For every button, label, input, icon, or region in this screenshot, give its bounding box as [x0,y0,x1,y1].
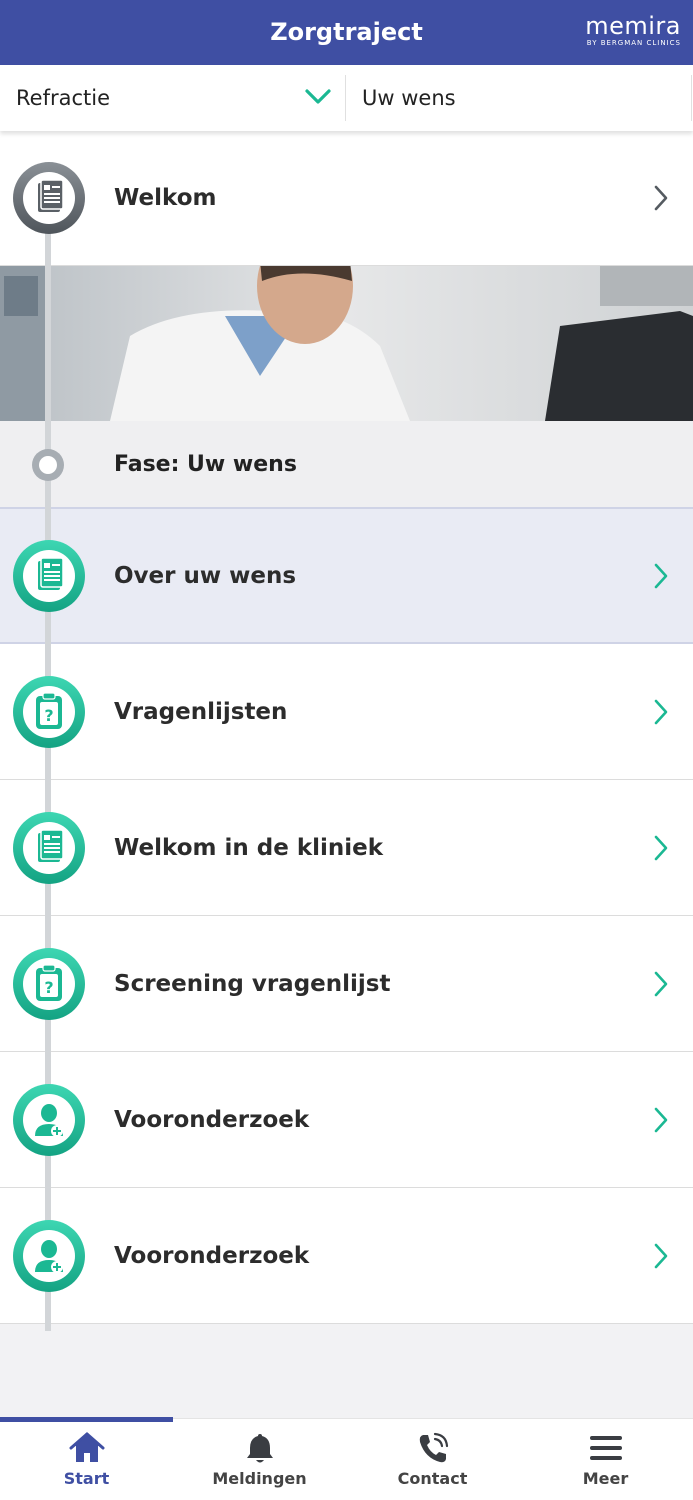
app-header: Zorgtraject memira BY BERGMAN CLINICS [0,0,693,65]
patient-plus-icon [35,1104,63,1137]
timeline-node: ? [13,676,85,748]
chevron-right-icon [654,1107,668,1133]
nav-tab-meer[interactable]: Meer [519,1419,692,1500]
phone-icon [419,1432,449,1463]
chevron-right-icon [654,971,668,997]
phase-marker [32,449,64,481]
nav-tab-start[interactable]: Start [0,1419,173,1500]
selector-edge-divider [691,75,692,121]
phase-selector-value: Uw wens [362,86,456,110]
nav-tab-meldingen[interactable]: Meldingen [173,1419,346,1500]
phase-title: Fase: Uw wens [114,452,297,477]
brand-subtitle: BY BERGMAN CLINICS [586,39,681,47]
home-icon [69,1432,105,1462]
brand-name: memira [585,12,681,40]
brand-logo: memira BY BERGMAN CLINICS [581,14,681,47]
timeline-node [13,812,85,884]
chevron-right-icon [654,699,668,725]
timeline-item-screening-vragenlijst[interactable]: ? Screening vragenlijst [0,916,693,1052]
questionnaire-clipboard-icon: ? [36,692,62,729]
phase-selector[interactable]: Uw wens [346,65,693,131]
timeline-node [13,162,85,234]
treatment-dropdown[interactable]: Refractie [0,65,345,131]
timeline-item-label: Welkom in de kliniek [114,835,384,861]
timeline-item-label: Screening vragenlijst [114,971,391,997]
phase-header: Fase: Uw wens [0,421,693,509]
timeline-item-over-uw-wens[interactable]: Over uw wens [0,509,693,644]
timeline-item-vooronderzoek[interactable]: Vooronderzoek [0,1052,693,1188]
timeline-item-vragenlijsten[interactable]: ? Vragenlijsten [0,644,693,780]
nav-tab-label: Meer [582,1469,629,1488]
timeline-node [13,1084,85,1156]
svg-text:?: ? [44,706,53,725]
timeline-rail [45,231,51,1331]
timeline-item-label: Over uw wens [114,563,297,589]
nav-tab-label: Meldingen [212,1469,307,1488]
timeline-item-label: Vooronderzoek [114,1107,310,1133]
timeline-item-label: Welkom [114,185,217,211]
timeline-node [13,1220,85,1292]
treatment-dropdown-value: Refractie [16,86,110,110]
chevron-right-icon [654,1243,668,1269]
bell-icon [247,1434,273,1463]
document-icon [38,829,64,862]
timeline-node [13,540,85,612]
chevron-right-icon [654,835,668,861]
bottom-navigation: Start Meldingen Contact Meer [0,1417,693,1500]
timeline-item-label: Vooronderzoek [114,1243,310,1269]
timeline-item-vooronderzoek[interactable]: Vooronderzoek [0,1188,693,1324]
svg-text:?: ? [44,978,53,997]
timeline-item-welkom-in-de-kliniek[interactable]: Welkom in de kliniek [0,780,693,916]
chevron-right-icon [654,185,668,211]
patient-plus-icon [35,1240,63,1273]
timeline-item-welkom[interactable]: Welkom [0,131,693,266]
chevron-down-icon [305,89,331,104]
nav-tab-label: Start [63,1469,110,1488]
document-icon [38,179,64,212]
timeline-item-label: Vragenlijsten [114,699,288,725]
chevron-right-icon [654,563,668,589]
nav-tab-contact[interactable]: Contact [346,1419,519,1500]
hero-image [0,266,693,421]
doctor-photo [0,266,693,421]
menu-icon [590,1436,622,1460]
questionnaire-clipboard-icon: ? [36,964,62,1001]
nav-tab-label: Contact [397,1469,468,1488]
document-icon [38,557,64,590]
selector-bar: Refractie Uw wens [0,65,693,131]
timeline-node: ? [13,948,85,1020]
